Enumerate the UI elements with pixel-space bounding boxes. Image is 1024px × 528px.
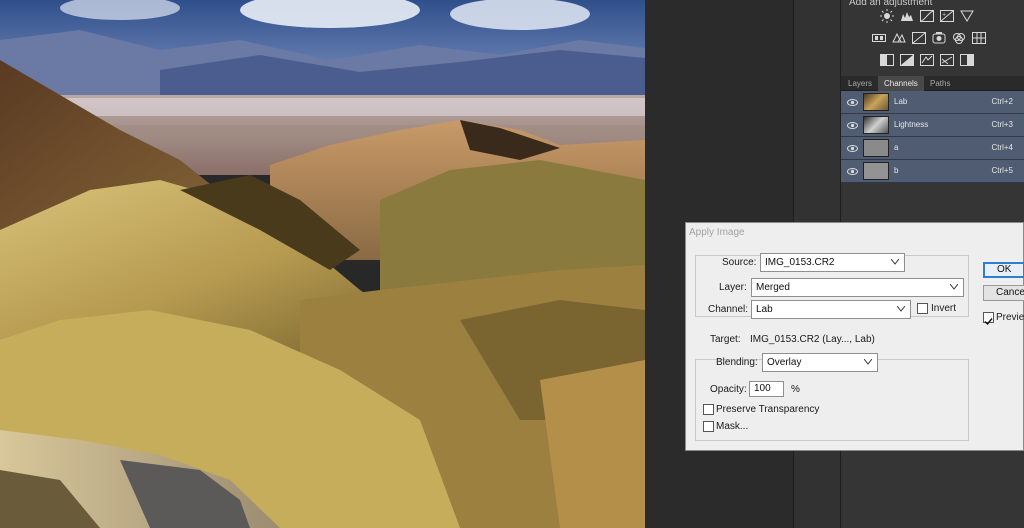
invert-icon[interactable]: [879, 53, 895, 67]
landscape-photo: [0, 0, 645, 528]
layer-value: Merged: [756, 282, 790, 293]
channel-thumbnail: [863, 139, 889, 157]
ok-button[interactable]: OK: [983, 262, 1024, 278]
layer-label: Layer:: [719, 282, 747, 293]
preserve-transparency-checkbox[interactable]: [703, 404, 714, 415]
source-value: IMG_0153.CR2: [765, 257, 835, 268]
channel-shortcut: Ctrl+3: [991, 120, 1013, 129]
threshold-icon[interactable]: [919, 53, 935, 67]
blending-label: Blending:: [716, 357, 758, 368]
adjustments-title: Add an adjustment: [849, 0, 933, 8]
source-select[interactable]: IMG_0153.CR2: [760, 253, 905, 272]
dialog-title: Apply Image: [689, 227, 745, 238]
cancel-button[interactable]: Cance: [983, 285, 1024, 301]
grid-icon[interactable]: [971, 31, 987, 45]
blending-select[interactable]: Overlay: [762, 353, 878, 372]
preview-label: Previe: [996, 312, 1024, 323]
exposure-icon[interactable]: +: [939, 9, 955, 23]
chevron-down-icon: [950, 284, 958, 290]
document-canvas[interactable]: [0, 0, 645, 528]
channel-name: Lightness: [894, 120, 929, 129]
channel-shortcut: Ctrl+4: [991, 143, 1013, 152]
channel-thumbnail: [863, 162, 889, 180]
target-label: Target:: [710, 334, 741, 345]
target-value: IMG_0153.CR2 (Lay..., Lab): [750, 334, 875, 345]
tab-layers[interactable]: Layers: [842, 76, 878, 91]
svg-text:+: +: [942, 12, 946, 18]
source-label: Source:: [722, 257, 757, 268]
channel-value: Lab: [756, 304, 773, 315]
brightness-contrast-icon[interactable]: [879, 9, 895, 23]
selective-color-icon[interactable]: [959, 53, 975, 67]
channel-shortcut: Ctrl+2: [991, 97, 1013, 106]
posterize-icon[interactable]: [899, 53, 915, 67]
photoshop-window: Add an adjustment + Layers Channels Path…: [0, 0, 1024, 528]
channel-thumbnail: [863, 93, 889, 111]
mask-checkbox[interactable]: [703, 421, 714, 432]
channel-row-b[interactable]: b Ctrl+5: [841, 160, 1024, 183]
eye-icon[interactable]: [847, 143, 858, 154]
invert-label: Invert: [931, 303, 957, 314]
channel-row-lab[interactable]: Lab Ctrl+2: [841, 91, 1024, 114]
color-balance-icon[interactable]: [871, 31, 887, 45]
photo-filter-icon[interactable]: [911, 31, 927, 45]
eye-icon[interactable]: [847, 120, 858, 131]
adjustments-row-2: [871, 31, 987, 45]
opacity-input[interactable]: 100: [749, 381, 784, 397]
checkmark-icon: [984, 318, 993, 326]
adjustments-row-1: +: [879, 9, 975, 23]
channel-row-a[interactable]: a Ctrl+4: [841, 137, 1024, 160]
curves-icon[interactable]: [919, 9, 935, 23]
channel-select[interactable]: Lab: [751, 300, 911, 319]
black-white-icon[interactable]: [891, 31, 907, 45]
adjustments-row-3: [879, 53, 975, 67]
mask-label: Mask...: [716, 421, 749, 432]
tab-channels[interactable]: Channels: [878, 76, 924, 91]
panel-tabs: Layers Channels Paths: [841, 76, 1024, 91]
eye-icon[interactable]: [847, 166, 858, 177]
color-lookup-icon[interactable]: [951, 31, 967, 45]
channel-name: b: [894, 166, 899, 175]
opacity-label: Opacity:: [710, 384, 747, 395]
levels-icon[interactable]: [899, 9, 915, 23]
chevron-down-icon: [897, 306, 905, 312]
apply-image-dialog: Apply Image Source: IMG_0153.CR2 Layer: …: [685, 222, 1024, 451]
channel-thumbnail: [863, 116, 889, 134]
channel-shortcut: Ctrl+5: [991, 166, 1013, 175]
invert-checkbox[interactable]: [917, 303, 928, 314]
preserve-transparency-label: Preserve Transparency: [716, 404, 820, 415]
channel-name: a: [894, 143, 899, 152]
channel-row-lightness[interactable]: Lightness Ctrl+3: [841, 114, 1024, 137]
eye-icon[interactable]: [847, 97, 858, 108]
channel-name: Lab: [894, 97, 908, 106]
chevron-down-icon: [864, 359, 872, 365]
gradient-map-icon[interactable]: [939, 53, 955, 67]
gradient-triangle-icon[interactable]: [959, 9, 975, 23]
opacity-unit: %: [791, 384, 800, 395]
chevron-down-icon: [891, 259, 899, 265]
preview-checkbox[interactable]: [983, 312, 994, 326]
channel-mixer-icon[interactable]: [931, 31, 947, 45]
tab-paths[interactable]: Paths: [924, 76, 956, 91]
channel-label: Channel:: [708, 304, 749, 315]
blending-value: Overlay: [767, 357, 802, 368]
layer-select[interactable]: Merged: [751, 278, 964, 297]
